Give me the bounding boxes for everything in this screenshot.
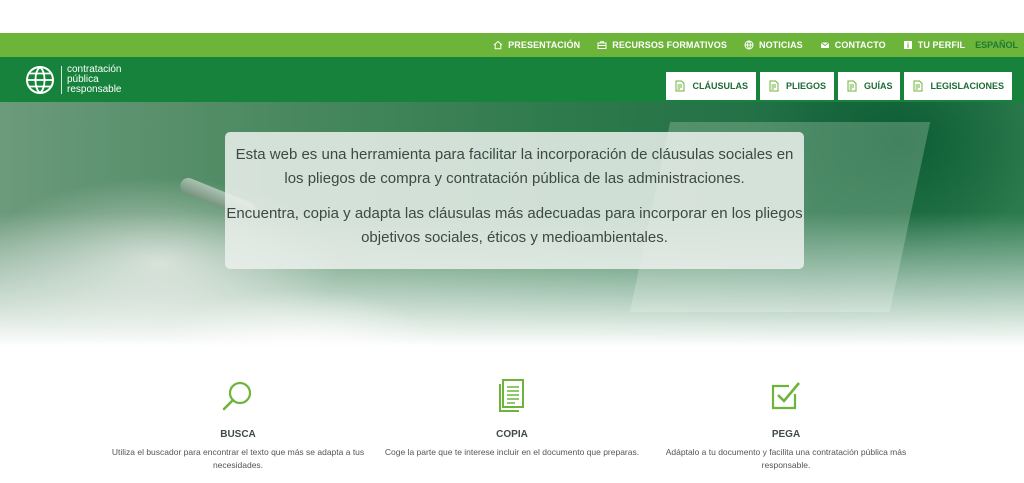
tab-label: PLIEGOS: [785, 81, 826, 91]
top-navigation: PRESENTACIÓN RECURSOS FORMATIVOS NOTICIA…: [0, 33, 1024, 57]
feature-description: Adáptalo a tu documento y facilita una c…: [665, 447, 907, 470]
logo-text: contratación pública responsable: [67, 65, 121, 95]
copy-document-icon: [499, 379, 524, 412]
user-info-icon: [903, 40, 913, 50]
home-icon: [493, 40, 503, 50]
tab-label: CLÁUSULAS: [692, 81, 748, 91]
feature-title: BUSCA: [220, 429, 256, 440]
feature-title: COPIA: [496, 429, 528, 440]
tab-guias[interactable]: GUÍAS: [837, 72, 901, 100]
nav-presentacion[interactable]: PRESENTACIÓN: [493, 40, 580, 50]
tab-clausulas[interactable]: CLÁUSULAS: [666, 72, 756, 100]
feature-pega: PEGA Adáptalo a tu documento y facilita …: [646, 378, 926, 472]
tab-label: GUÍAS: [863, 81, 893, 91]
language-selector[interactable]: ESPAÑOL: [975, 40, 1018, 50]
tab-label: LEGISLACIONES: [930, 81, 1004, 91]
document-icon: [675, 80, 685, 92]
features-section: BUSCA Utiliza el buscador para encontrar…: [0, 378, 1024, 472]
nav-tu-perfil[interactable]: TU PERFIL: [903, 40, 965, 50]
feature-description: Coge la parte que te interese incluir en…: [384, 447, 640, 457]
hero-paragraph-1: Esta web es una herramienta para facilit…: [235, 146, 794, 187]
hero-intro-box: Esta web es una herramienta para facilit…: [225, 132, 804, 269]
hero-paragraph-2: Encuentra, copia y adapta las cláusulas …: [226, 205, 803, 246]
site-header: contratación pública responsable CLÁUSUL…: [0, 57, 1024, 102]
mail-icon: [820, 40, 830, 50]
nav-label: CONTACTO: [834, 40, 886, 50]
checkbox-icon: [771, 382, 800, 410]
globe-icon: [744, 40, 754, 50]
nav-label: PRESENTACIÓN: [508, 40, 581, 50]
feature-busca: BUSCA Utiliza el buscador para encontrar…: [98, 378, 378, 472]
tab-pliegos[interactable]: PLIEGOS: [759, 72, 834, 100]
feature-description: Utiliza el buscador para encontrar el te…: [111, 447, 365, 470]
site-logo[interactable]: contratación pública responsable: [24, 64, 121, 96]
search-icon: [222, 381, 252, 411]
tab-legislaciones[interactable]: LEGISLACIONES: [904, 72, 1012, 100]
nav-label: NOTICIAS: [758, 40, 803, 50]
main-tabs: CLÁUSULAS PLIEGOS GUÍAS LEGISLACIONES: [662, 72, 1012, 100]
globe-logo-icon: [26, 66, 54, 94]
logo-line-3: responsable: [67, 84, 122, 95]
feature-title: PEGA: [771, 429, 801, 440]
nav-contacto[interactable]: CONTACTO: [820, 40, 886, 50]
document-icon: [913, 80, 923, 92]
briefcase-icon: [597, 40, 607, 50]
nav-label: TU PERFIL: [917, 40, 966, 50]
feature-copia: COPIA Coge la parte que te interese incl…: [372, 378, 652, 472]
document-icon: [769, 80, 779, 92]
nav-label: RECURSOS FORMATIVOS: [612, 40, 727, 50]
nav-noticias[interactable]: NOTICIAS: [744, 40, 803, 50]
top-spacer: [0, 0, 1024, 33]
logo-divider: [61, 66, 62, 94]
nav-recursos-formativos[interactable]: RECURSOS FORMATIVOS: [597, 40, 727, 50]
document-icon: [847, 80, 857, 92]
